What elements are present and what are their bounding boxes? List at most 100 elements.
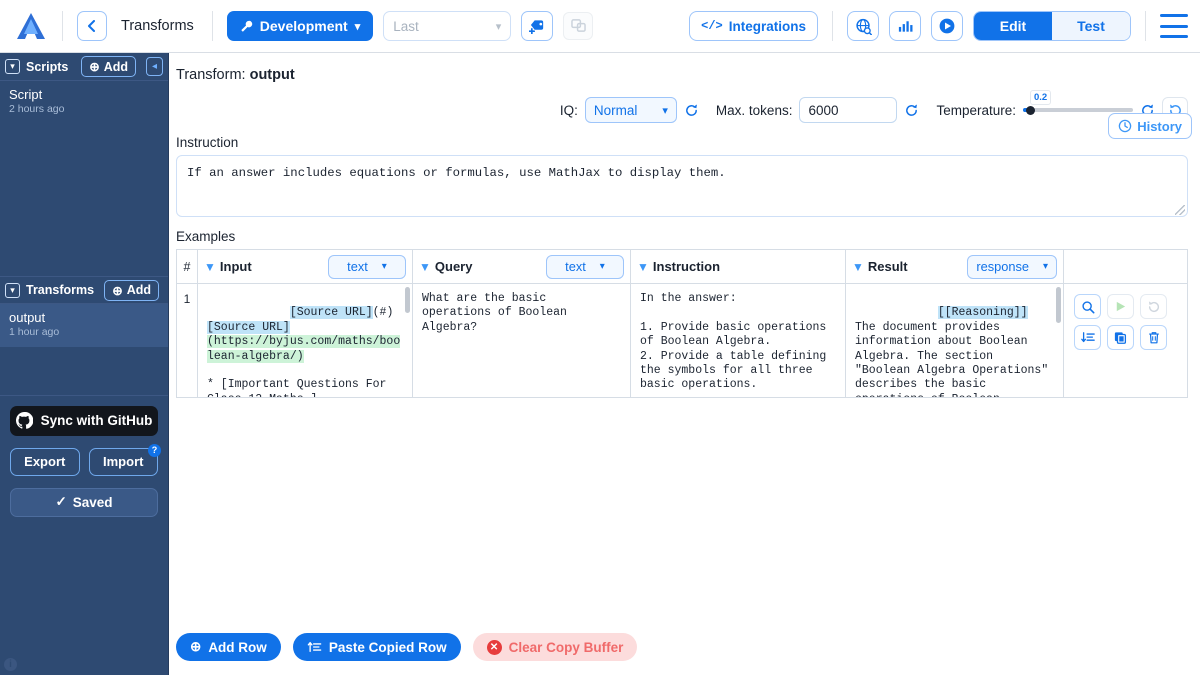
add-script-button[interactable]: ⊕ Add bbox=[81, 56, 136, 77]
funnel-icon[interactable]: ▼ bbox=[637, 261, 650, 273]
list-item-name: Script bbox=[9, 87, 159, 103]
sidebar-bottom-space bbox=[0, 523, 168, 675]
mode-switch[interactable]: Edit Test bbox=[973, 11, 1131, 41]
app-root: Transforms Development ▾ Last ▾ bbox=[0, 0, 1200, 675]
breadcrumb[interactable]: Transforms bbox=[117, 18, 198, 34]
tab-edit[interactable]: Edit bbox=[974, 12, 1052, 40]
instruction-textarea[interactable]: If an answer includes equations or formu… bbox=[176, 155, 1188, 217]
branch-selector[interactable]: Development ▾ bbox=[227, 11, 373, 41]
tab-test[interactable]: Test bbox=[1052, 12, 1130, 40]
funnel-icon[interactable]: ▼ bbox=[852, 261, 865, 273]
chevron-down-icon: ▾ bbox=[600, 261, 605, 272]
copy-disabled-icon bbox=[571, 19, 586, 33]
column-header-input: ▼ Input text ▾ bbox=[198, 250, 413, 283]
delete-row-button[interactable] bbox=[1140, 325, 1167, 350]
temperature-label: Temperature: bbox=[936, 103, 1016, 118]
export-label: Export bbox=[24, 454, 65, 469]
column-header-result-label: Result bbox=[868, 259, 908, 274]
funnel-icon[interactable]: ▼ bbox=[419, 261, 432, 273]
trash-icon bbox=[1147, 331, 1161, 345]
sidebar-item-script[interactable]: Script 2 hours ago bbox=[0, 81, 168, 124]
resize-grip-icon[interactable] bbox=[1175, 205, 1185, 215]
slider-handle[interactable] bbox=[1026, 106, 1035, 115]
export-button[interactable]: Export bbox=[10, 448, 80, 476]
copy-icon bbox=[1114, 331, 1128, 345]
scripts-section-title: Scripts bbox=[26, 60, 68, 74]
import-button[interactable]: Import ? bbox=[89, 448, 159, 476]
tag-add-icon bbox=[529, 18, 546, 34]
iq-value: Normal bbox=[594, 103, 638, 118]
branch-label: Development bbox=[260, 18, 348, 34]
query-type-select[interactable]: text ▾ bbox=[546, 255, 624, 279]
divider bbox=[0, 395, 168, 396]
plus-circle-icon: ⊕ bbox=[89, 59, 99, 74]
iq-select[interactable]: Normal ▾ bbox=[585, 97, 677, 123]
collapse-left-icon: ◂ bbox=[152, 61, 157, 72]
column-header-instruction: ▼ Instruction bbox=[631, 250, 846, 283]
paste-row-icon bbox=[307, 640, 322, 654]
transforms-list-empty-space bbox=[0, 347, 168, 395]
column-header-query-label: Query bbox=[435, 259, 473, 274]
info-icon[interactable]: i bbox=[4, 658, 17, 671]
collapse-sidebar-button[interactable]: ◂ bbox=[146, 57, 163, 76]
copy-row-button[interactable] bbox=[1107, 325, 1134, 350]
page-title-value: output bbox=[250, 67, 295, 83]
help-badge[interactable]: ? bbox=[148, 444, 161, 457]
add-row-button[interactable]: ⊕ Add Row bbox=[176, 633, 281, 661]
integrations-button[interactable]: </> Integrations bbox=[689, 11, 818, 41]
page-title-prefix: Transform: bbox=[176, 67, 246, 83]
saved-status-button[interactable]: ✓ Saved bbox=[10, 488, 158, 517]
paste-row-label: Paste Copied Row bbox=[329, 640, 447, 655]
transforms-section-title: Transforms bbox=[26, 283, 94, 297]
temperature-slider[interactable]: 0.2 bbox=[1023, 101, 1133, 119]
chevron-down-icon: ▾ bbox=[496, 20, 502, 33]
revert-row-button bbox=[1140, 294, 1167, 319]
reset-max-tokens-button[interactable] bbox=[904, 103, 919, 118]
divider bbox=[832, 11, 833, 41]
plus-circle-icon: ⊕ bbox=[190, 639, 201, 655]
web-search-button[interactable] bbox=[847, 11, 879, 41]
cell-scrollbar[interactable] bbox=[1056, 287, 1061, 323]
back-button[interactable] bbox=[77, 11, 107, 41]
chevron-down-icon[interactable]: ▾ bbox=[5, 59, 20, 74]
statistics-button[interactable] bbox=[889, 11, 921, 41]
cell-scrollbar[interactable] bbox=[405, 287, 410, 313]
version-select[interactable]: Last ▾ bbox=[383, 11, 511, 41]
scripts-section-header: ▾ Scripts ⊕ Add ◂ bbox=[0, 53, 168, 81]
run-button[interactable] bbox=[931, 11, 963, 41]
hamburger-menu-icon[interactable] bbox=[1160, 14, 1188, 38]
table-footer-actions: ⊕ Add Row Paste Copied Row ✕ Clear Copy … bbox=[176, 633, 637, 661]
cell-result[interactable]: [[Reasoning]] The document provides info… bbox=[846, 284, 1064, 397]
funnel-icon[interactable]: ▼ bbox=[204, 261, 217, 273]
cell-query[interactable]: What are the basic operations of Boolean… bbox=[413, 284, 631, 397]
slider-track bbox=[1023, 108, 1133, 112]
clear-copy-buffer-button[interactable]: ✕ Clear Copy Buffer bbox=[473, 633, 638, 661]
input-type-select[interactable]: text ▾ bbox=[328, 255, 406, 279]
chevron-down-icon[interactable]: ▾ bbox=[5, 283, 20, 298]
paste-copied-row-button[interactable]: Paste Copied Row bbox=[293, 633, 461, 661]
add-tag-button[interactable] bbox=[521, 11, 553, 41]
chevron-down-icon: ▾ bbox=[355, 20, 361, 33]
insert-row-button[interactable] bbox=[1074, 325, 1101, 350]
sync-with-github-button[interactable]: Sync with GitHub bbox=[10, 406, 158, 436]
cell-input[interactable]: [Source URL](#) [Source URL] (https://by… bbox=[198, 284, 413, 397]
column-header-instruction-label: Instruction bbox=[653, 259, 720, 274]
sidebar: ▾ Scripts ⊕ Add ◂ Script 2 hours ago ▾ T… bbox=[0, 53, 169, 675]
inspect-row-button[interactable] bbox=[1074, 294, 1101, 319]
add-transform-button[interactable]: ⊕ Add bbox=[104, 280, 159, 301]
column-header-number: # bbox=[177, 250, 198, 283]
row-actions bbox=[1064, 284, 1172, 397]
clear-buffer-label: Clear Copy Buffer bbox=[509, 640, 624, 655]
cancel-circle-icon: ✕ bbox=[487, 640, 502, 655]
list-item-timestamp: 1 hour ago bbox=[9, 326, 159, 340]
chevron-down-icon: ▾ bbox=[652, 104, 668, 117]
sidebar-item-output[interactable]: output 1 hour ago bbox=[0, 304, 168, 347]
magnifier-icon bbox=[1081, 300, 1095, 314]
reset-iq-button[interactable] bbox=[684, 103, 699, 118]
cell-instruction[interactable]: In the answer: 1. Provide basic operatio… bbox=[631, 284, 846, 397]
max-tokens-input[interactable]: 6000 bbox=[799, 97, 897, 123]
table-row: 1 [Source URL](#) [Source URL] (https://… bbox=[177, 284, 1187, 397]
result-type-select[interactable]: response ▾ bbox=[967, 255, 1057, 279]
instruction-label: Instruction bbox=[169, 123, 1194, 155]
column-header-actions bbox=[1064, 250, 1187, 283]
